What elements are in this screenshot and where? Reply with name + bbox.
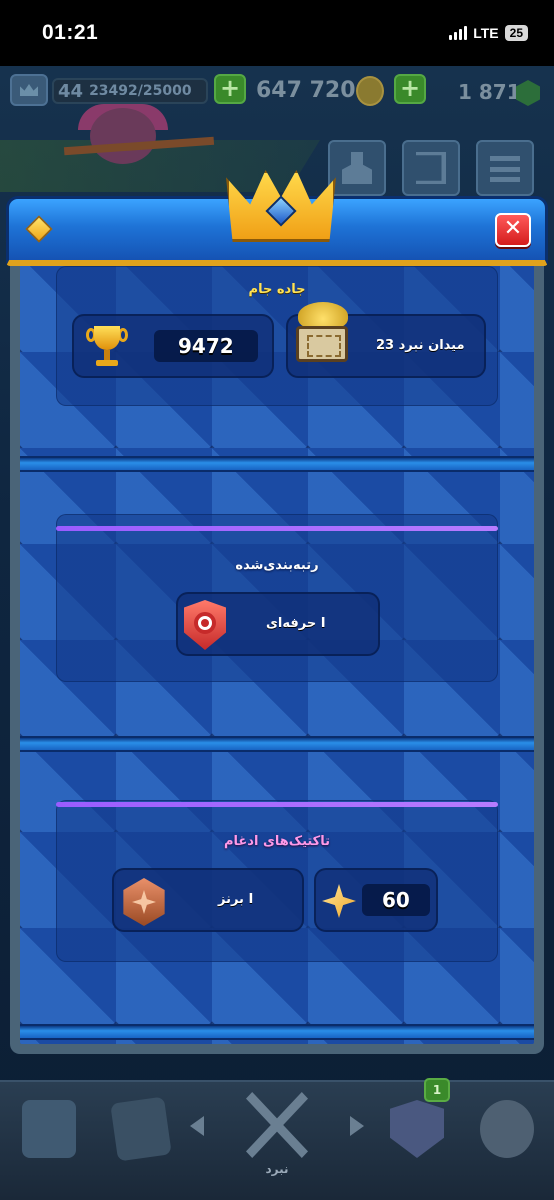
news-icon bbox=[416, 152, 446, 184]
trophy-road-title: جاده جام bbox=[248, 282, 306, 297]
add-gold-button[interactable]: + bbox=[214, 74, 246, 104]
nav-events[interactable] bbox=[462, 1090, 552, 1186]
merge-tactics-divider-line bbox=[56, 802, 498, 807]
merge-rank-box[interactable]: برنز I bbox=[112, 868, 304, 932]
events-icon bbox=[480, 1100, 534, 1158]
arena-label: میدان نبرد 23 bbox=[376, 338, 465, 353]
friends-icon bbox=[342, 152, 372, 184]
trophy-icon bbox=[84, 324, 130, 370]
ranked-title: رتبه‌بندی‌شده bbox=[235, 558, 319, 573]
nav-shop[interactable] bbox=[4, 1090, 94, 1186]
nav-battle-label: نبرد bbox=[265, 1162, 289, 1176]
arena-icon bbox=[292, 302, 350, 366]
ranked-league-box[interactable]: حرفه‌ای I bbox=[176, 592, 380, 656]
battery-icon: 25 bbox=[504, 25, 528, 41]
friends-button[interactable] bbox=[328, 140, 386, 196]
menu-icon bbox=[490, 156, 520, 182]
section-divider bbox=[20, 1024, 534, 1040]
trophy-count-box[interactable]: 9472 bbox=[72, 314, 274, 378]
merge-points: 60 bbox=[382, 888, 410, 912]
nav-clan[interactable] bbox=[372, 1090, 462, 1186]
chest-icon bbox=[22, 1100, 76, 1158]
bronze-rank-icon bbox=[118, 876, 170, 928]
gem-amount: 1 871 bbox=[458, 80, 521, 104]
cards-icon bbox=[110, 1096, 172, 1162]
status-indicators: LTE 25 bbox=[449, 25, 528, 41]
section-divider bbox=[20, 456, 534, 472]
trophy-count: 9472 bbox=[178, 334, 234, 358]
progress-modal: جاده جام 9472 میدان نبرد 23 رتبه‌بن bbox=[6, 170, 548, 1054]
bottom-nav: نبرد bbox=[0, 1080, 554, 1200]
crown-level-icon[interactable] bbox=[10, 74, 48, 106]
xp-progress: 23492/25000 bbox=[89, 83, 192, 99]
player-level: 44 bbox=[58, 80, 84, 102]
hero-character-image bbox=[63, 104, 215, 192]
status-bar: 01:21 LTE 25 bbox=[0, 0, 554, 66]
crossed-swords-icon bbox=[246, 1092, 308, 1158]
close-button[interactable]: ✕ bbox=[495, 213, 531, 247]
diamond-icon bbox=[25, 215, 53, 243]
clan-shield-icon bbox=[390, 1100, 444, 1158]
trophy-road-section: جاده جام 9472 میدان نبرد 23 bbox=[20, 256, 534, 472]
ranked-league-label: حرفه‌ای I bbox=[266, 616, 326, 631]
network-label: LTE bbox=[473, 25, 499, 41]
arena-box[interactable]: میدان نبرد 23 bbox=[286, 302, 486, 378]
gold-amount: 647 720 bbox=[256, 78, 356, 103]
modal-body: جاده جام 9472 میدان نبرد 23 رتبه‌بن bbox=[20, 256, 534, 1044]
ranked-target-icon bbox=[180, 598, 228, 652]
news-button[interactable] bbox=[402, 140, 460, 196]
gold-coin-icon bbox=[356, 76, 384, 106]
ranked-section: رتبه‌بندی‌شده حرفه‌ای I bbox=[20, 474, 534, 752]
menu-button[interactable] bbox=[476, 140, 534, 196]
add-gems-button[interactable]: + bbox=[394, 74, 426, 104]
clan-notification-badge: 1 bbox=[424, 1078, 450, 1102]
nav-left-arrow-icon[interactable] bbox=[190, 1116, 204, 1136]
merge-rank-label: برنز I bbox=[218, 892, 254, 907]
merge-points-box[interactable]: 60 bbox=[314, 868, 438, 932]
merge-tactics-section: تاکتیک‌های ادغام برنز I 60 bbox=[20, 750, 534, 1040]
xp-bar[interactable]: 44 23492/25000 bbox=[52, 78, 208, 104]
nav-battle[interactable]: نبرد bbox=[232, 1090, 322, 1186]
nav-cards[interactable] bbox=[96, 1090, 186, 1186]
crown-icon bbox=[226, 170, 336, 242]
status-time: 01:21 bbox=[42, 21, 99, 44]
signal-icon bbox=[449, 26, 468, 40]
merge-tactics-title: تاکتیک‌های ادغام bbox=[224, 834, 330, 849]
spark-icon bbox=[322, 884, 356, 918]
nav-right-arrow-icon[interactable] bbox=[350, 1116, 364, 1136]
ranked-divider-line bbox=[56, 526, 498, 531]
